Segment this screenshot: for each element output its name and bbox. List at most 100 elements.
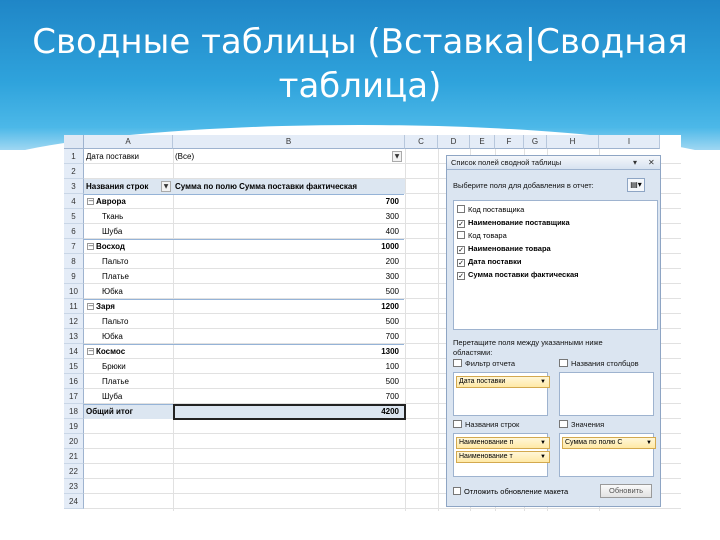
pivot-item-label[interactable]: Платье: [86, 374, 171, 389]
row-header-5[interactable]: 5: [64, 209, 84, 224]
pivot-row-header[interactable]: Названия строк: [86, 179, 171, 194]
pivot-group-label[interactable]: Аврора: [86, 194, 171, 209]
pivot-total-label[interactable]: Общий итог: [86, 404, 171, 419]
row-header-9[interactable]: 9: [64, 269, 84, 284]
row-header-1[interactable]: 1: [64, 149, 84, 164]
defer-update-checkbox[interactable]: Отложить обновление макета: [453, 486, 568, 498]
chip-dropdown-icon[interactable]: ▼: [540, 377, 546, 387]
column-header-f[interactable]: F: [495, 135, 524, 149]
field-checkbox[interactable]: [457, 231, 465, 239]
pivot-group-label[interactable]: Восход: [86, 239, 171, 254]
chip-dropdown-icon[interactable]: ▼: [646, 438, 652, 448]
pivot-group-value[interactable]: 700: [175, 194, 403, 209]
pivot-filter-label[interactable]: Дата поставки: [86, 149, 171, 164]
row-header-24[interactable]: 24: [64, 494, 84, 509]
rows-drop-area[interactable]: Наименование п ▼ Наименование т ▼: [453, 433, 550, 477]
pivot-value-header[interactable]: Сумма по полю Сумма поставки фактическая: [175, 179, 403, 194]
pivot-item-value[interactable]: 200: [175, 254, 403, 269]
pivot-group-value[interactable]: 1300: [175, 344, 403, 359]
pivot-item-label[interactable]: Брюки: [86, 359, 171, 374]
pivot-item-value[interactable]: 500: [175, 374, 403, 389]
row-header-22[interactable]: 22: [64, 464, 84, 479]
row-field-chip[interactable]: Наименование т ▼: [456, 451, 550, 463]
pivot-item-label[interactable]: Шуба: [86, 389, 171, 404]
pivot-group-value[interactable]: 1200: [175, 299, 403, 314]
columns-drop-area[interactable]: [559, 372, 654, 416]
values-drop-area[interactable]: Сумма по полю С ▼: [559, 433, 656, 477]
pivot-item-value[interactable]: 100: [175, 359, 403, 374]
field-checkbox[interactable]: ✓: [457, 246, 465, 254]
field-item[interactable]: Код поставщика: [457, 204, 524, 216]
pivot-item-value[interactable]: 300: [175, 209, 403, 224]
row-header-12[interactable]: 12: [64, 314, 84, 329]
pivot-item-label[interactable]: Юбка: [86, 284, 171, 299]
column-header-c[interactable]: C: [405, 135, 438, 149]
pivot-item-label[interactable]: Платье: [86, 269, 171, 284]
column-header-h[interactable]: H: [547, 135, 599, 149]
chip-dropdown-icon[interactable]: ▼: [540, 452, 546, 462]
filter-field-chip[interactable]: Дата поставки ▼: [456, 376, 550, 388]
column-header-a[interactable]: A: [84, 135, 173, 149]
pivot-item-label[interactable]: Пальто: [86, 314, 171, 329]
field-layout-icon[interactable]: ▤▾: [627, 178, 645, 192]
panel-close-icon[interactable]: ✕: [648, 158, 655, 168]
row-header-21[interactable]: 21: [64, 449, 84, 464]
row-header-10[interactable]: 10: [64, 284, 84, 299]
pivot-item-label[interactable]: Ткань: [86, 209, 171, 224]
pivot-item-value[interactable]: 700: [175, 389, 403, 404]
column-header-b[interactable]: B: [173, 135, 405, 149]
field-item[interactable]: Код товара: [457, 230, 507, 242]
row-header-18[interactable]: 18: [64, 404, 84, 419]
pivot-item-value[interactable]: 500: [175, 284, 403, 299]
row-header-3[interactable]: 3: [64, 179, 84, 194]
field-checkbox[interactable]: ✓: [457, 259, 465, 267]
filter-drop-area[interactable]: Дата поставки ▼: [453, 372, 550, 416]
panel-menu-arrow-icon[interactable]: ▾: [633, 158, 637, 168]
pivot-item-label[interactable]: Шуба: [86, 224, 171, 239]
column-header-g[interactable]: G: [524, 135, 547, 149]
select-all-corner[interactable]: [64, 135, 84, 149]
value-field-chip[interactable]: Сумма по полю С ▼: [562, 437, 656, 449]
row-header-2[interactable]: 2: [64, 164, 84, 179]
defer-checkbox-box[interactable]: [453, 487, 461, 495]
selected-cell[interactable]: [173, 404, 406, 420]
pivot-filter-value[interactable]: (Все): [175, 149, 403, 164]
chip-dropdown-icon[interactable]: ▼: [540, 438, 546, 448]
row-header-7[interactable]: 7: [64, 239, 84, 254]
row-header-15[interactable]: 15: [64, 359, 84, 374]
field-item[interactable]: ✓ Сумма поставки фактическая: [457, 269, 579, 281]
row-header-23[interactable]: 23: [64, 479, 84, 494]
pivot-item-value[interactable]: 400: [175, 224, 403, 239]
pivot-filter-dropdown-icon[interactable]: ▼: [392, 151, 402, 162]
field-checkbox[interactable]: ✓: [457, 220, 465, 228]
column-header-d[interactable]: D: [438, 135, 470, 149]
row-field-chip[interactable]: Наименование п ▼: [456, 437, 550, 449]
field-checkbox[interactable]: [457, 205, 465, 213]
row-header-14[interactable]: 14: [64, 344, 84, 359]
pivot-item-value[interactable]: 700: [175, 329, 403, 344]
field-checkbox[interactable]: ✓: [457, 272, 465, 280]
pivot-group-label[interactable]: Заря: [86, 299, 171, 314]
row-header-11[interactable]: 11: [64, 299, 84, 314]
row-header-13[interactable]: 13: [64, 329, 84, 344]
pivot-group-label[interactable]: Космос: [86, 344, 171, 359]
field-item[interactable]: ✓ Дата поставки: [457, 256, 521, 268]
row-header-17[interactable]: 17: [64, 389, 84, 404]
row-header-16[interactable]: 16: [64, 374, 84, 389]
pivot-item-label[interactable]: Юбка: [86, 329, 171, 344]
update-button[interactable]: Обновить: [600, 484, 652, 498]
pivot-item-label[interactable]: Пальто: [86, 254, 171, 269]
field-item[interactable]: ✓ Наименование поставщика: [457, 217, 570, 229]
column-header-e[interactable]: E: [470, 135, 495, 149]
pivot-item-value[interactable]: 500: [175, 314, 403, 329]
row-header-8[interactable]: 8: [64, 254, 84, 269]
pivot-item-value[interactable]: 300: [175, 269, 403, 284]
row-header-4[interactable]: 4: [64, 194, 84, 209]
row-header-20[interactable]: 20: [64, 434, 84, 449]
column-header-i[interactable]: I: [599, 135, 660, 149]
row-header-6[interactable]: 6: [64, 224, 84, 239]
row-labels-filter-icon[interactable]: ▼: [161, 181, 171, 192]
field-item[interactable]: ✓ Наименование товара: [457, 243, 551, 255]
pivot-group-value[interactable]: 1000: [175, 239, 403, 254]
row-header-19[interactable]: 19: [64, 419, 84, 434]
